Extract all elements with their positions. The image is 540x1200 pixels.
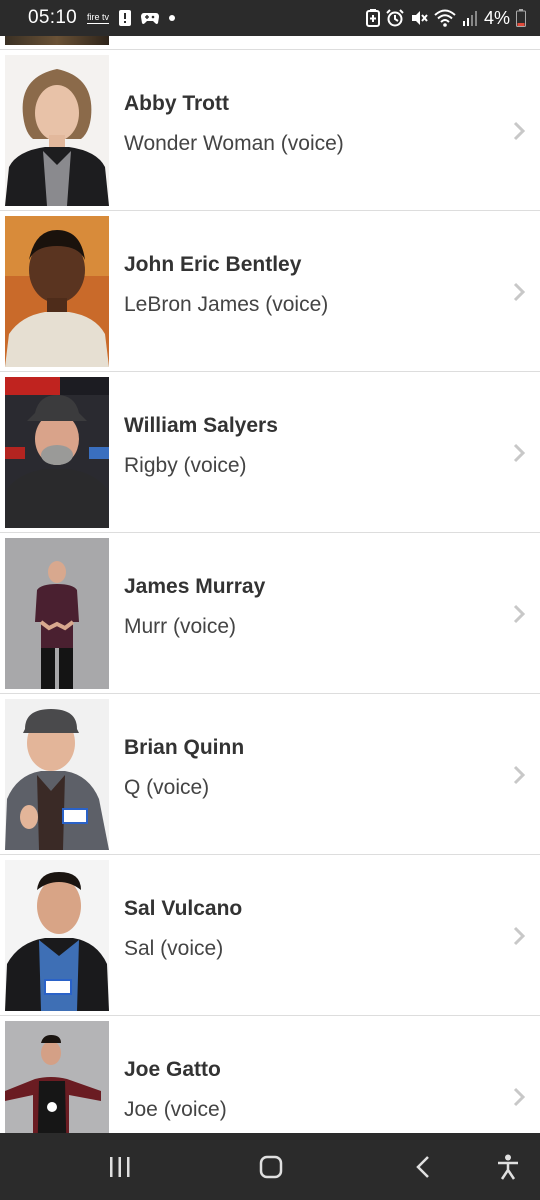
chevron-right-icon	[513, 765, 526, 785]
cast-role: Joe (voice)	[124, 1098, 227, 1121]
cast-list[interactable]: Abby Trott Wonder Woman (voice) John Eri…	[0, 36, 540, 1133]
cast-row[interactable]: John Eric Bentley LeBron James (voice)	[0, 211, 540, 372]
firetv-icon: fire tv	[87, 11, 110, 24]
wifi-icon	[434, 9, 456, 27]
battery-percent: 4%	[483, 7, 510, 28]
cast-name: Brian Quinn	[124, 736, 245, 759]
cast-photo	[5, 377, 109, 528]
cast-row[interactable]: Brian Quinn Q (voice)	[0, 694, 540, 855]
cast-name: William Salyers	[124, 414, 278, 437]
cast-row[interactable]: James Murray Murr (voice)	[0, 533, 540, 694]
chevron-right-icon	[513, 282, 526, 302]
list-item-partial[interactable]	[0, 36, 540, 50]
cast-photo-partial	[5, 36, 109, 45]
recents-icon[interactable]	[105, 1153, 135, 1181]
cast-name: James Murray	[124, 575, 266, 598]
cast-row[interactable]: Joe Gatto Joe (voice)	[0, 1016, 540, 1133]
cast-row[interactable]: William Salyers Rigby (voice)	[0, 372, 540, 533]
chevron-right-icon	[513, 926, 526, 946]
cast-row[interactable]: Sal Vulcano Sal (voice)	[0, 855, 540, 1016]
battery-saver-icon	[365, 9, 380, 27]
status-time: 05:10	[28, 7, 78, 28]
cast-name: Sal Vulcano	[124, 897, 243, 920]
alarm-icon	[386, 9, 404, 27]
home-icon[interactable]	[256, 1153, 286, 1181]
cast-role: Wonder Woman (voice)	[124, 132, 344, 155]
alert-icon	[119, 10, 132, 26]
chevron-right-icon	[513, 1087, 526, 1107]
cast-photo	[5, 216, 109, 367]
battery-icon	[516, 9, 526, 27]
cast-name: Abby Trott	[124, 92, 229, 115]
cast-photo	[5, 55, 109, 206]
mute-icon	[410, 9, 428, 27]
back-icon[interactable]	[408, 1153, 438, 1181]
dot-icon	[169, 15, 176, 21]
cast-photo	[5, 1021, 109, 1133]
accessibility-icon[interactable]	[493, 1153, 523, 1181]
chevron-right-icon	[513, 121, 526, 141]
cast-role: Murr (voice)	[124, 615, 237, 638]
status-bar: 05:10 fire tv 4%	[0, 0, 540, 36]
game-icon	[141, 11, 160, 25]
cast-role: Rigby (voice)	[124, 454, 247, 477]
cast-photo	[5, 699, 109, 850]
cast-name: John Eric Bentley	[124, 253, 302, 276]
cast-row[interactable]: Abby Trott Wonder Woman (voice)	[0, 50, 540, 211]
cast-photo	[5, 538, 109, 689]
cast-role: Q (voice)	[124, 776, 210, 799]
cast-role: Sal (voice)	[124, 937, 224, 960]
chevron-right-icon	[513, 443, 526, 463]
cast-photo	[5, 860, 109, 1011]
signal-icon	[462, 10, 478, 26]
cast-name: Joe Gatto	[124, 1058, 221, 1081]
chevron-right-icon	[513, 604, 526, 624]
cast-role: LeBron James (voice)	[124, 293, 329, 316]
navigation-bar	[0, 1133, 540, 1200]
